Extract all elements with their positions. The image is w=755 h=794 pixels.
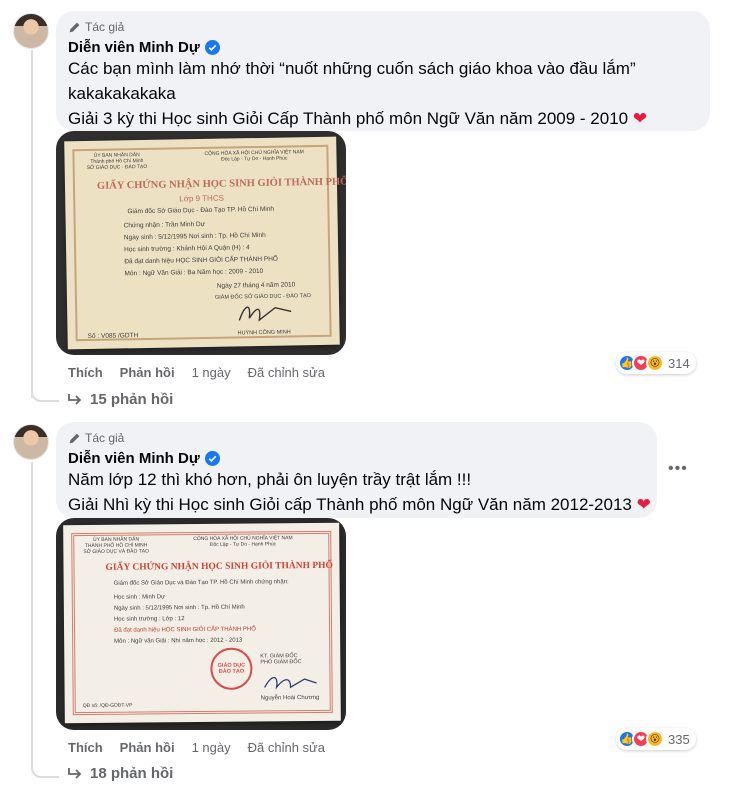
author-tag: Tác giả [68,19,698,35]
comment-actions: Thích Phản hồi 1 ngày Đã chỉnh sửa [68,740,325,755]
thread-line [31,462,33,764]
cert-signer-name: HUỲNH CÔNG MINH [237,329,291,337]
reaction-summary[interactable]: 👍 ❤ 😮 335 [616,728,696,750]
cert-header-left: ỦY BAN NHÂN DÂN THÀNH PHỐ HỒ CHÍ MINH SỞ… [83,536,150,556]
comment-text: Giải Nhì kỳ thi Học sinh Giỏi cấp Thành … [68,492,651,517]
cert-school: Học sinh trường : Lớp : 12 [113,616,185,623]
cert-award: Đã đạt danh hiệu HỌC SINH GIỎI CẤP THÀNH… [114,626,256,634]
comment-time[interactable]: 1 ngày [192,740,231,755]
more-options-icon[interactable]: ••• [668,460,688,478]
cert-dob: Ngày sinh : 5/12/1995 Nơi sinh : Tp. Hồ … [113,604,245,612]
certificate: ỦY BAN NHÂN DÂN Thành phố Hồ Chí Minh SỞ… [64,136,346,350]
cert-date: Ngày 27 tháng 4 năm 2010 [216,281,296,290]
signature-icon [238,306,292,322]
view-replies-link[interactable]: 18 phản hồi [68,765,173,782]
reply-arrow-icon [68,393,82,405]
comment-time[interactable]: 1 ngày [192,365,231,380]
comment-text: kakakakakaka [68,84,176,103]
reply-button[interactable]: Phản hồi [120,740,175,755]
comment-photo[interactable]: ỦY BAN NHÂN DÂN Thành phố Hồ Chí Minh SỞ… [56,131,346,355]
author-tag-label: Tác giả [85,431,125,445]
reply-button[interactable]: Phản hồi [120,365,175,380]
cert-serial: QĐ số: /QĐ-GDĐT-VP [82,702,133,710]
cert-title: GIẤY CHỨNG NHẬN HỌC SINH GIỎI THÀNH PHỐ [105,560,333,573]
replies-count: 15 phản hồi [90,391,174,408]
verified-badge-icon [204,40,220,55]
comment-bubble: Tác giả Diễn viên Minh Dự Năm lớp 12 thì… [56,422,657,518]
wow-reaction-icon: 😮 [646,730,664,748]
official-stamp: GIÁO DỤC ĐÀO TẠO [210,647,253,690]
cert-serial: Số : V085 /GDTH [87,332,139,341]
replies-count: 18 phản hồi [90,765,174,782]
comment-actions: Thích Phản hồi 1 ngày Đã chỉnh sửa [68,365,325,380]
edited-label: Đã chỉnh sửa [247,365,325,380]
thread-elbow [31,756,59,778]
reply-arrow-icon [68,767,82,779]
stamp-text: GIÁO DỤC ĐÀO TẠO [217,662,246,675]
cert-subject: Môn : Ngữ văn Giải : Nhì năm học : 2012 … [114,637,243,645]
comment-text: Giải 3 kỳ thi Học sinh Giỏi Cấp Thành ph… [68,106,698,131]
cert-name: Học sinh : Minh Dự [113,594,166,601]
comment-photo[interactable]: ỦY BAN NHÂN DÂN THÀNH PHỐ HỒ CHÍ MINH SỞ… [56,518,346,730]
like-button[interactable]: Thích [68,740,103,755]
heart-emoji-icon: ❤ [636,495,651,514]
comment-bubble: Tác giả Diễn viên Minh Dự Các bạn mình l… [56,11,710,131]
wow-reaction-icon: 😮 [646,354,664,372]
cert-header-right: CỘNG HÒA XÃ HỘI CHỦ NGHĨA VIỆT NAM Độc L… [193,535,293,548]
cert-name: Chứng nhận : Trần Minh Dự [123,220,206,230]
comment-text: Các bạn mình làm nhớ thời “nuốt những cu… [68,59,636,78]
reaction-count: 335 [668,731,690,747]
view-replies-link[interactable]: 15 phản hồi [68,391,173,408]
avatar[interactable] [13,13,49,49]
cert-signer-title: KT. GIÁM ĐỐC PHÓ GIÁM ĐỐC [260,653,302,666]
certificate: ỦY BAN NHÂN DÂN THÀNH PHỐ HỒ CHÍ MINH SỞ… [63,522,341,724]
pen-icon [69,22,80,32]
thread-elbow [31,380,59,402]
cert-signer-name: Nguyễn Hoài Chương [260,694,320,702]
author-tag: Tác giả [68,430,645,446]
comment-text: Năm lớp 12 thì khó hơn, phải ôn luyện tr… [68,470,472,489]
comment-text-line: Giải Nhì kỳ thi Học sinh Giỏi cấp Thành … [68,495,632,514]
author-tag-label: Tác giả [85,20,125,34]
comment-text-line: Giải 3 kỳ thi Học sinh Giỏi Cấp Thành ph… [68,109,629,128]
heart-emoji-icon: ❤ [632,109,648,128]
reaction-count: 314 [668,355,690,371]
cert-header-left: ỦY BAN NHÂN DÂN Thành phố Hồ Chí Minh SỞ… [86,152,148,172]
thread-line [31,50,33,398]
author-name[interactable]: Diễn viên Minh Dự [68,450,200,467]
signature-icon [263,676,317,690]
author-name[interactable]: Diễn viên Minh Dự [68,39,200,56]
reaction-summary[interactable]: 👍 ❤ 😮 314 [616,352,696,374]
like-button[interactable]: Thích [68,365,103,380]
avatar[interactable] [13,424,49,460]
cert-subtitle: Lớp 9 THCS [179,193,224,204]
edited-label: Đã chỉnh sửa [247,740,325,755]
pen-icon [69,433,80,443]
verified-badge-icon [204,451,220,466]
cert-header-right: CỘNG HÒA XÃ HỘI CHỦ NGHĨA VIỆT NAM Độc L… [204,149,304,163]
